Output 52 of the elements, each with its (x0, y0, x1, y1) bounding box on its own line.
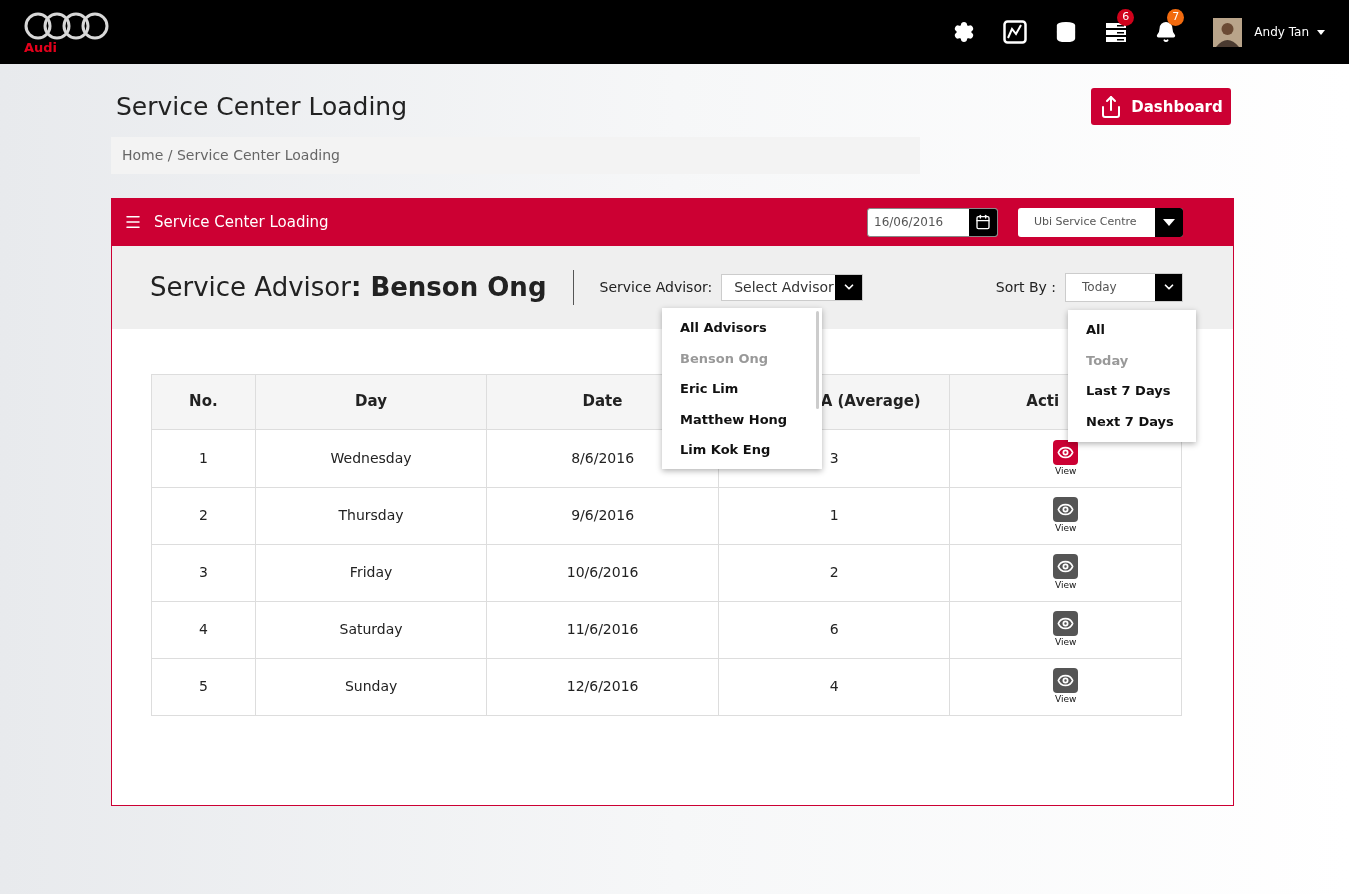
calendar-icon[interactable] (975, 214, 991, 230)
table-cell: 11/6/2016 (486, 601, 718, 658)
table-cell-text: 5 (197, 677, 209, 696)
dropdown-item[interactable]: All Advisors (662, 312, 822, 343)
table-cell: Wednesday (254, 429, 487, 487)
count-badge: 6 (1117, 9, 1135, 26)
eye-icon (1057, 501, 1075, 518)
brand-name: Audi (24, 40, 59, 54)
column-header: No. (188, 391, 219, 413)
bell-icon[interactable] (1155, 21, 1178, 43)
menu-icon[interactable] (124, 213, 142, 231)
scrollbar[interactable] (816, 310, 819, 409)
table-cell-text: 3 (197, 563, 209, 582)
eye-icon (1057, 558, 1075, 575)
breadcrumb: Home / Service Center Loading (111, 136, 920, 174)
advisor-select[interactable]: Select Advisor (721, 273, 864, 301)
line-chart-icon[interactable] (1003, 20, 1028, 44)
caret-icon[interactable] (1163, 218, 1175, 226)
table-cell-text: 1 (197, 448, 209, 468)
table-cell: Friday (254, 544, 487, 601)
table-cell: 1 (717, 487, 950, 544)
centre-select[interactable]: Ubi Service Centre (1018, 207, 1183, 237)
table-cell-text: 4 (197, 620, 209, 639)
count-badge: 7 (1167, 9, 1185, 26)
table-cell: 12/6/2016 (486, 658, 718, 715)
server-list-icon[interactable] (1105, 21, 1128, 43)
sort-label: Sort By : (995, 277, 1056, 297)
user-name[interactable]: Andy Tan (1254, 23, 1309, 41)
table-cell: Sunday (254, 658, 487, 715)
select-label: Service Advisor: (599, 277, 713, 297)
avatar[interactable] (1213, 17, 1243, 47)
table-cell-text: 2 (197, 506, 209, 525)
dashboard-button[interactable]: Dashboard (1091, 88, 1231, 126)
table-cell: Saturday (254, 601, 487, 658)
advisor-heading: Service Advisor: Benson Ong (150, 270, 547, 304)
rings-logo-icon (24, 10, 110, 41)
sort-select[interactable]: Today (1065, 272, 1183, 302)
eye-icon (1057, 672, 1075, 689)
caret-icon[interactable] (1317, 29, 1325, 35)
table-cell: 9/6/2016 (486, 487, 718, 544)
page-title: Service Center Loading (116, 91, 408, 123)
dropdown-item[interactable]: All (1068, 314, 1196, 345)
column-header: Day (254, 374, 487, 429)
date-field[interactable]: 16/06/2016 (867, 207, 998, 237)
eye-icon (1057, 615, 1075, 632)
table-cell: 4 (717, 658, 950, 715)
database-icon[interactable] (1055, 21, 1078, 43)
panel-title: Service Center Loading (154, 211, 329, 233)
table-cell: 2 (717, 544, 950, 601)
table-cell: Thursday (254, 487, 487, 544)
table-cell: 10/6/2016 (486, 544, 718, 601)
table-cell: 6 (717, 601, 950, 658)
